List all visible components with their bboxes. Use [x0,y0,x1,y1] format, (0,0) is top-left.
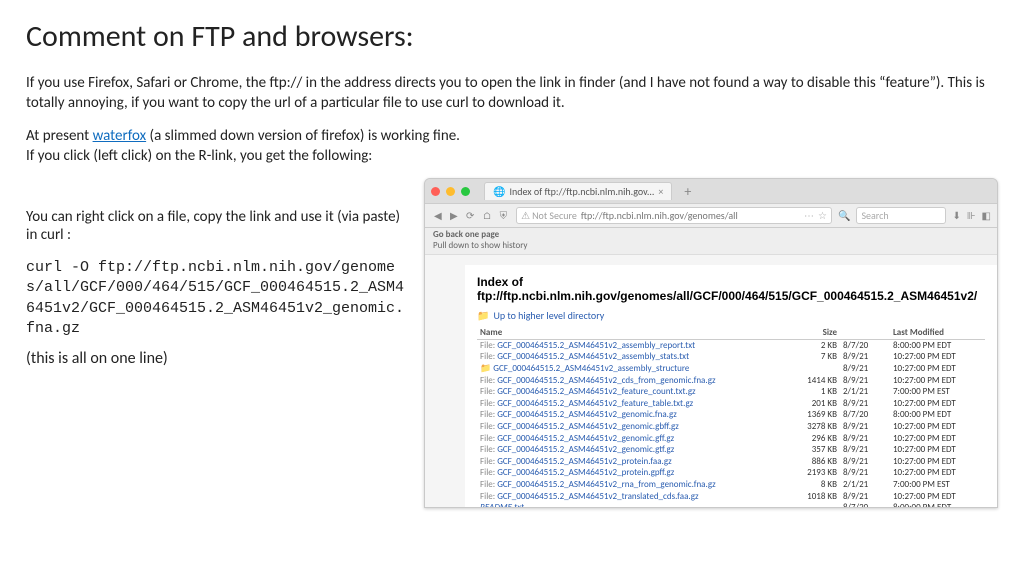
table-row: README.txt8/7/208:00:00 PM EDT [477,502,985,508]
new-tab-button[interactable]: + [678,183,697,200]
page-title: Comment on FTP and browsers: [26,18,998,55]
minimize-icon[interactable] [446,187,455,196]
file-link[interactable]: GCF_000464515.2_ASM46451v2_assembly_repo… [497,340,695,351]
file-link[interactable]: GCF_000464515.2_ASM46451v2_translated_cd… [497,491,698,502]
shield-icon: ⛨ [497,209,511,222]
file-link[interactable]: GCF_000464515.2_ASM46451v2_protein.gpff.… [497,467,674,478]
table-row: File: GCF_000464515.2_ASM46451v2_genomic… [477,409,985,421]
lock-open-icon: ⚠ [521,209,530,222]
file-link[interactable]: GCF_000464515.2_ASM46451v2_feature_table… [497,398,693,409]
download-icon[interactable]: ⬇ [952,209,960,222]
table-row: File: GCF_000464515.2_ASM46451v2_rna_fro… [477,479,985,491]
curl-command: curl -O ftp://ftp.ncbi.nlm.nih.gov/genom… [26,258,406,339]
oneline-note: (this is all on one line) [26,349,406,368]
file-link[interactable]: GCF_000464515.2_ASM46451v2_genomic.gtf.g… [497,444,674,455]
maximize-icon[interactable] [461,187,470,196]
intro-para-3: If you click (left click) on the R-link,… [26,147,372,165]
dir-link[interactable]: GCF_000464515.2_ASM46451v2_assembly_stru… [493,363,689,374]
file-link[interactable]: GCF_000464515.2_ASM46451v2_rna_from_geno… [497,479,715,490]
file-link[interactable]: GCF_000464515.2_ASM46451v2_genomic.gbff.… [497,421,679,432]
file-link[interactable]: GCF_000464515.2_ASM46451v2_feature_count… [497,386,695,397]
back-button[interactable]: ◀ [431,209,445,222]
intro-para-2: At present waterfox (a slimmed down vers… [26,126,998,167]
index-title: Index of ftp://ftp.ncbi.nlm.nih.gov/geno… [477,275,985,303]
search-icon: 🔍 [838,209,850,222]
table-row: File: GCF_000464515.2_ASM46451v2_cds_fro… [477,374,985,386]
rightclick-hint: You can right click on a file, copy the … [26,208,406,244]
file-link[interactable]: GCF_000464515.2_ASM46451v2_genomic.fna.g… [497,409,677,420]
globe-icon: 🌐 [493,185,505,198]
sidebar-icon[interactable]: ◧ [982,209,991,222]
close-icon[interactable] [431,187,440,196]
file-link[interactable]: GCF_000464515.2_ASM46451v2_cds_from_geno… [497,375,715,386]
table-row: File: GCF_000464515.2_ASM46451v2_genomic… [477,444,985,456]
reload-button[interactable]: ⟳ [463,209,477,222]
browser-window: 🌐 Index of ftp://ftp.ncbi.nlm.nih.gov...… [424,178,998,508]
table-row: File: GCF_000464515.2_ASM46451v2_protein… [477,467,985,479]
table-row: File: GCF_000464515.2_ASM46451v2_protein… [477,456,985,468]
table-row: File: GCF_000464515.2_ASM46451v2_transla… [477,490,985,502]
table-row: File: GCF_000464515.2_ASM46451v2_genomic… [477,432,985,444]
waterfox-link[interactable]: waterfox [93,127,147,145]
table-row: File: GCF_000464515.2_ASM46451v2_assembl… [477,351,985,363]
file-link[interactable]: GCF_000464515.2_ASM46451v2_genomic.gff.g… [497,433,674,444]
table-row: File: GCF_000464515.2_ASM46451v2_feature… [477,386,985,398]
file-link[interactable]: README.txt [480,502,524,508]
forward-button[interactable]: ▶ [447,209,461,222]
table-row: 📁 GCF_000464515.2_ASM46451v2_assembly_st… [477,363,985,375]
folder-icon: 📁 [480,363,491,374]
intro-para-1: If you use Firefox, Safari or Chrome, th… [26,73,998,114]
file-listing: Name Size Last Modified File: GCF_000464… [477,326,985,508]
folder-up-icon: 📁 [477,309,489,322]
close-tab-icon[interactable]: × [658,185,663,198]
address-bar[interactable]: ⚠Not Secure ftp://ftp.ncbi.nlm.nih.gov/g… [516,207,832,224]
search-input[interactable]: Search [856,207,946,224]
up-directory-link[interactable]: 📁 Up to higher level directory [477,309,985,322]
file-link[interactable]: GCF_000464515.2_ASM46451v2_protein.faa.g… [497,456,672,467]
home-button[interactable]: ⌂ [480,209,495,222]
browser-tab[interactable]: 🌐 Index of ftp://ftp.ncbi.nlm.nih.gov...… [484,182,672,200]
table-row: File: GCF_000464515.2_ASM46451v2_feature… [477,398,985,410]
file-link[interactable]: GCF_000464515.2_ASM46451v2_assembly_stat… [497,351,689,362]
table-row: File: GCF_000464515.2_ASM46451v2_assembl… [477,339,985,351]
library-icon[interactable]: ⊪ [967,209,976,222]
table-row: File: GCF_000464515.2_ASM46451v2_genomic… [477,421,985,433]
